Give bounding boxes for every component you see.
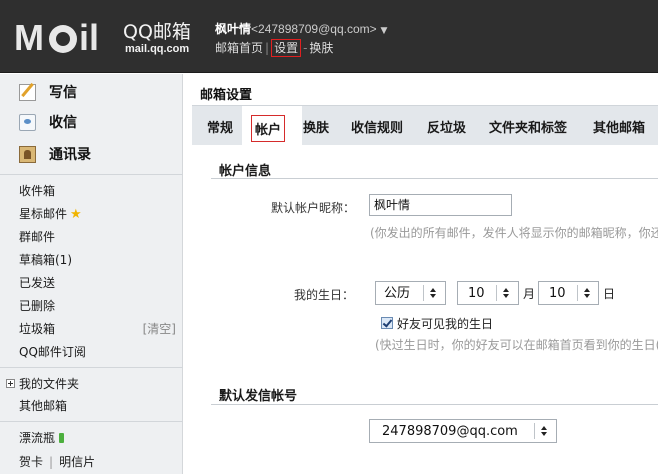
logo-il: il [79,17,100,58]
birthday-label: 我的生日： [294,288,355,302]
dropdown-arrow-icon [584,285,591,301]
logo-o-icon [49,25,77,53]
account-dropdown-icon[interactable]: ▼ [380,26,387,36]
tab-skin[interactable]: 换肤 [303,117,329,136]
logo-text: QQ邮箱 [123,21,191,43]
birthday-hint: (快过生日时，你的好友可以在邮箱首页看到你的生日( [375,338,658,352]
day-unit: 日 [603,287,616,301]
select-divider [423,285,424,301]
folder-starred[interactable]: 星标邮件 ★ [19,206,82,223]
section-account-info: 帐户信息 [219,164,272,179]
link-settings[interactable]: 设置 [271,39,302,57]
month-select[interactable]: 10 [457,281,519,305]
birthday-visible-label[interactable]: 好友可见我的生日 [397,315,493,332]
inbox-icon [19,114,36,131]
dropdown-arrow-icon [503,285,510,301]
compose-label: 写信 [49,85,77,101]
tab-general[interactable]: 常规 [207,117,233,136]
folder-qq-subscriptions[interactable]: QQ邮件订阅 [19,344,86,360]
divider [0,367,183,368]
divider [0,174,183,175]
logo-m: M [14,17,44,58]
receive-label: 收信 [49,115,77,131]
settings-tabs: 常规 帐户 换肤 收信规则 反垃圾 文件夹和标签 其他邮箱 [192,105,658,146]
day-value: 10 [549,286,566,301]
month-unit: 月 [523,287,536,301]
folder-sent[interactable]: 已发送 [19,275,55,291]
contacts-label: 通讯录 [49,147,91,163]
my-folders[interactable]: 我的文件夹 [19,376,79,392]
expand-icon[interactable] [6,379,15,388]
clear-spam-link[interactable]: [清空] [143,321,176,337]
user-email: <247898709@qq.com> [251,22,377,36]
top-links: 邮箱首页 | 设置 - 换肤 [215,39,333,57]
postcard-link[interactable]: 明信片 [59,455,95,469]
tab-anti-spam[interactable]: 反垃圾 [427,117,466,136]
separator: | [49,455,54,469]
birthday-visible-checkbox[interactable] [381,317,393,329]
write-icon [19,84,36,101]
nickname-label: 默认帐户昵称： [271,201,356,215]
divider [0,421,183,422]
section-divider [211,404,658,405]
separator: | [265,41,270,55]
left-sidebar: 写信 收信 通讯录 收件箱 星标邮件 ★ 群邮件 草稿箱(1) 已发送 已删除 垃… [0,74,183,474]
contacts-icon [19,146,36,163]
logo-domain: mail.qq.com [125,43,190,55]
nickname-input[interactable]: 枫叶情 [369,194,512,216]
separator: - [303,41,308,55]
select-divider [496,285,497,301]
page-title: 邮箱设置 [200,88,253,103]
tab-other-mailboxes[interactable]: 其他邮箱 [593,117,645,136]
section-default-sender: 默认发信帐号 [219,389,298,404]
drift-bottle[interactable]: 漂流瓶 [19,430,65,446]
section-divider [211,178,658,179]
calendar-type-value: 公历 [384,286,411,301]
greeting-card-link[interactable]: 贺卡 [19,455,43,469]
default-sender-value: 247898709@qq.com [382,424,518,439]
cards-row: 贺卡 | 明信片 [19,454,95,470]
folder-starred-label: 星标邮件 [19,207,68,221]
nickname-hint: (你发出的所有邮件，发件人将显示你的邮箱昵称，你还 [370,226,658,240]
top-header: M il QQ邮箱 mail.qq.com 枫叶情<247898709@qq.c… [0,0,658,73]
folder-deleted[interactable]: 已删除 [19,298,55,314]
select-divider [577,285,578,301]
folder-inbox[interactable]: 收件箱 [19,183,55,199]
tab-account[interactable]: 帐户 [251,115,286,142]
dropdown-arrow-icon [430,285,437,301]
dropdown-arrow-icon [541,423,548,439]
folder-drafts[interactable]: 草稿箱(1) [19,252,72,268]
bottle-icon [59,433,65,443]
default-sender-select[interactable]: 247898709@qq.com [369,419,557,443]
user-nickname: 枫叶情 [215,22,252,36]
tab-folders-labels[interactable]: 文件夹和标签 [489,117,567,136]
link-change-skin[interactable]: 换肤 [309,41,333,55]
drift-bottle-label: 漂流瓶 [19,431,56,445]
folder-group[interactable]: 群邮件 [19,229,55,245]
calendar-type-select[interactable]: 公历 [375,281,446,305]
month-value: 10 [468,286,485,301]
other-mailboxes[interactable]: 其他邮箱 [19,398,67,414]
link-mailbox-home[interactable]: 邮箱首页 [215,41,263,55]
tab-receive-rules[interactable]: 收信规则 [351,117,403,136]
folder-spam[interactable]: 垃圾箱 [19,321,55,337]
select-divider [534,423,535,439]
main-content: 邮箱设置 常规 帐户 换肤 收信规则 反垃圾 文件夹和标签 其他邮箱 帐户信息 … [184,74,658,474]
day-select[interactable]: 10 [538,281,599,305]
star-icon: ★ [70,207,82,222]
user-account[interactable]: 枫叶情<247898709@qq.com> ▼ [215,20,387,37]
